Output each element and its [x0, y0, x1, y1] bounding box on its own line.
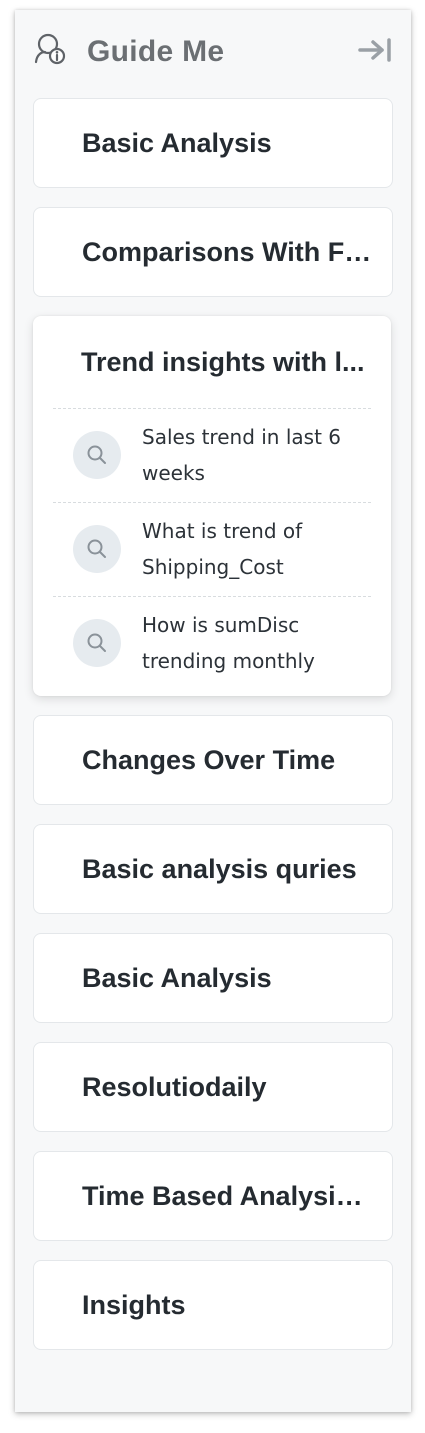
guide-card-resolutiodaily[interactable]: Resolutiodaily	[33, 1042, 393, 1132]
guide-card-trend-insights[interactable]: Trend insights with l... Sales trend in …	[33, 316, 391, 696]
suggestion-item[interactable]: What is trend of Shipping_Cost	[53, 502, 371, 596]
guide-card-basic-analysis[interactable]: Basic Analysis	[33, 98, 393, 188]
card-title: Basic analysis quries	[82, 854, 357, 884]
card-title: Comparisons With Fi...	[82, 237, 372, 267]
guide-card-list: Basic Analysis Comparisons With Fi... Tr…	[33, 98, 393, 1369]
card-title: Resolutiodaily	[82, 1072, 267, 1102]
suggestion-text: What is trend of Shipping_Cost	[142, 519, 303, 579]
suggestion-item[interactable]: Sales trend in last 6 weeks	[53, 408, 371, 502]
suggestion-item[interactable]: How is sumDisc trending monthly	[53, 596, 371, 690]
guide-card-comparisons[interactable]: Comparisons With Fi...	[33, 207, 393, 297]
guide-card-changes-over-time[interactable]: Changes Over Time	[33, 715, 393, 805]
panel-title: Guide Me	[87, 35, 225, 68]
search-icon	[73, 525, 121, 573]
suggestion-text: How is sumDisc trending monthly	[142, 613, 315, 673]
card-title: Changes Over Time	[82, 745, 336, 775]
panel-header: Guide Me	[15, 10, 411, 96]
suggestion-list: Sales trend in last 6 weeks What is tren…	[53, 408, 371, 690]
guide-card-basic-analysis-quries[interactable]: Basic analysis quries	[33, 824, 393, 914]
guide-person-info-icon	[33, 32, 67, 66]
collapse-panel-icon[interactable]	[358, 38, 392, 62]
guide-card-basic-analysis-2[interactable]: Basic Analysis	[33, 933, 393, 1023]
guide-card-insights[interactable]: Insights	[33, 1260, 393, 1350]
card-title: Basic Analysis	[82, 128, 272, 158]
search-icon	[73, 431, 121, 479]
search-icon	[73, 619, 121, 667]
card-title: Time Based Analysis ...	[82, 1181, 372, 1211]
guide-card-time-based-analysis[interactable]: Time Based Analysis ...	[33, 1151, 393, 1241]
card-title: Basic Analysis	[82, 963, 272, 993]
guide-me-panel: Guide Me Basic Analysis Comparisons With…	[15, 10, 411, 1412]
card-title: Insights	[82, 1290, 186, 1320]
card-title: Trend insights with l...	[81, 347, 365, 377]
suggestion-text: Sales trend in last 6 weeks	[142, 425, 341, 485]
